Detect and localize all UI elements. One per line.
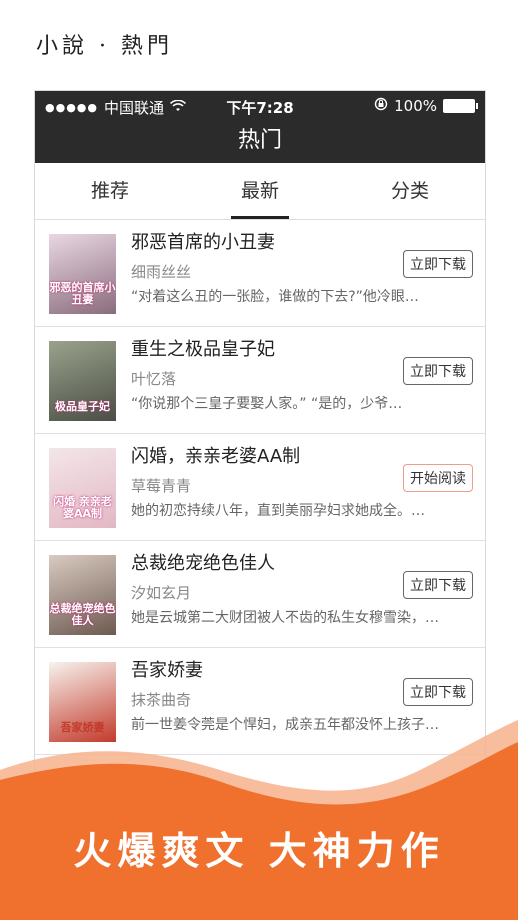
download-button[interactable]: 立即下载 bbox=[403, 678, 473, 706]
book-summary: 她是云城第二大财团被人不齿的私生女穆雪染，… bbox=[131, 610, 439, 626]
start-reading-button[interactable]: 开始阅读 bbox=[403, 464, 473, 492]
cover-text: 吾家娇妻 bbox=[60, 721, 105, 734]
nav-bar: 热门 bbox=[35, 121, 485, 163]
cover-text: 极品皇子妃 bbox=[55, 400, 110, 413]
cover-text: 闪婚 亲亲老婆AA制 bbox=[53, 495, 112, 520]
tab-recommended[interactable]: 推荐 bbox=[35, 163, 185, 219]
lock-rotation-icon bbox=[374, 97, 388, 115]
book-cover[interactable]: 闪婚 亲亲老婆AA制 bbox=[49, 448, 116, 528]
tab-bar: 推荐 最新 分类 bbox=[35, 163, 485, 220]
battery-icon bbox=[443, 99, 478, 113]
download-button[interactable]: 立即下载 bbox=[403, 571, 473, 599]
slogan: 火爆爽文 大神力作 bbox=[73, 828, 445, 873]
list-item[interactable]: 总裁绝宠绝色佳人 总裁绝宠绝色佳人 汐如玄月 她是云城第二大财团被人不齿的私生女… bbox=[35, 541, 485, 648]
download-button[interactable]: 立即下载 bbox=[403, 250, 473, 278]
book-cover[interactable]: 邪恶的首席小丑妻 bbox=[49, 234, 116, 314]
list-item[interactable]: 吾家娇妻 吾家娇妻 抹茶曲奇 前一世姜令莞是个悍妇，成亲五年都没怀上孩子… 立即… bbox=[35, 648, 485, 755]
book-cover[interactable]: 吾家娇妻 bbox=[49, 662, 116, 742]
status-right: 100% bbox=[374, 97, 478, 115]
list-item[interactable]: 极品皇子妃 重生之极品皇子妃 叶忆落 “你说那个三皇子要娶人家。” “是的，少爷… bbox=[35, 327, 485, 434]
book-summary: “你说那个三皇子要娶人家。” “是的，少爷… bbox=[131, 396, 403, 412]
page-header: 小說 · 熱門 bbox=[36, 34, 173, 59]
nav-title: 热门 bbox=[237, 128, 282, 153]
status-bar: ●●●●● 中国联通 下午7:28 100% bbox=[35, 91, 485, 121]
list-item[interactable]: 邪恶的首席小丑妻 邪恶首席的小丑妻 细雨丝丝 “对着这么丑的一张脸，谁做的下去?… bbox=[35, 220, 485, 327]
list-item[interactable]: 闪婚 亲亲老婆AA制 闪婚，亲亲老婆AA制 草莓青青 她的初恋持续八年，直到美丽… bbox=[35, 434, 485, 541]
battery-percent: 100% bbox=[394, 97, 437, 115]
cover-text: 邪恶的首席小丑妻 bbox=[49, 281, 116, 306]
tab-categories[interactable]: 分类 bbox=[335, 163, 485, 219]
tab-latest[interactable]: 最新 bbox=[185, 163, 335, 219]
cover-text: 总裁绝宠绝色佳人 bbox=[49, 602, 116, 627]
book-summary: 前一世姜令莞是个悍妇，成亲五年都没怀上孩子… bbox=[131, 717, 439, 733]
book-cover[interactable]: 极品皇子妃 bbox=[49, 341, 116, 421]
book-list: 邪恶的首席小丑妻 邪恶首席的小丑妻 细雨丝丝 “对着这么丑的一张脸，谁做的下去?… bbox=[35, 220, 485, 755]
book-summary: 她的初恋持续八年，直到美丽孕妇求她成全。… bbox=[131, 503, 425, 519]
download-button[interactable]: 立即下载 bbox=[403, 357, 473, 385]
book-summary: “对着这么丑的一张脸，谁做的下去?”他冷眼… bbox=[131, 289, 419, 305]
book-cover[interactable]: 总裁绝宠绝色佳人 bbox=[49, 555, 116, 635]
phone-screen: ●●●●● 中国联通 下午7:28 100% 热门 推荐 最新 分类 邪恶的首席… bbox=[34, 90, 486, 831]
